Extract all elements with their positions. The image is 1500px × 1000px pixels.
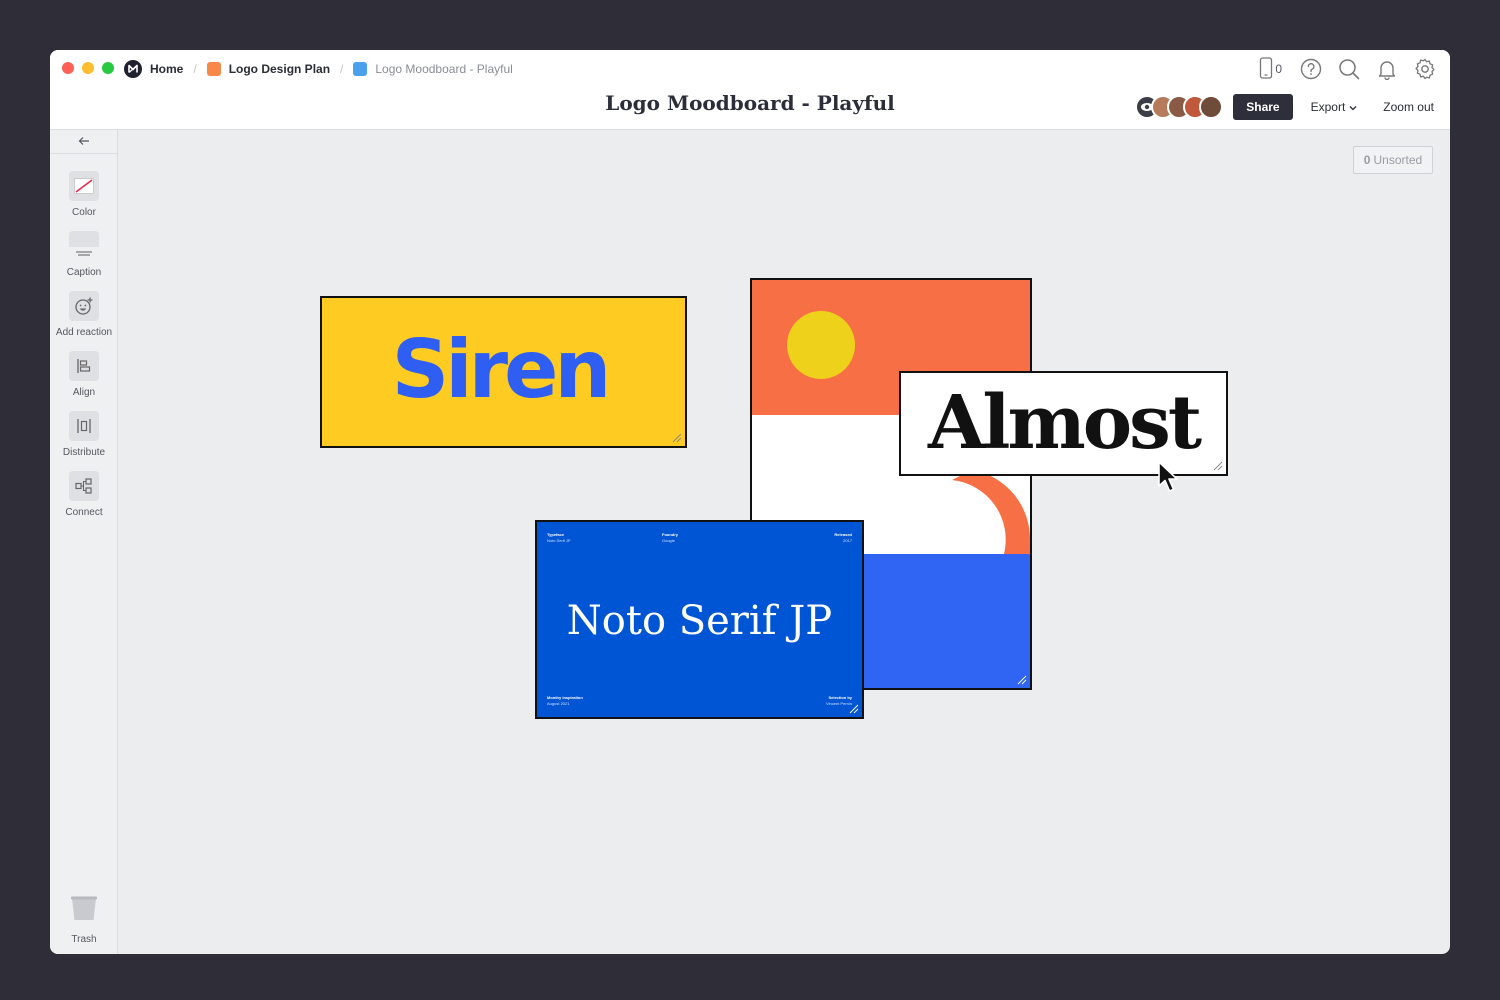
arrow-left-icon [78,134,90,149]
noto-meta-released: Released 2017 [834,532,852,543]
tool-connect[interactable]: Connect [50,471,118,518]
tool-color-label: Color [72,207,96,218]
noto-serif-title: Noto Serif JP [566,598,833,644]
unsorted-count: 0 [1363,153,1371,167]
siren-logo-text: Siren [391,323,612,416]
resize-handle-icon[interactable] [1017,675,1027,685]
milanote-logo-icon [124,60,142,78]
tool-caption-label: Caption [66,267,102,278]
noto-meta-inspiration: Monthy inspiration August 2021 [547,695,583,706]
zoom-out-button[interactable]: Zoom out [1383,100,1434,114]
resize-handle-icon[interactable] [1213,461,1223,471]
minimize-window-button[interactable] [82,62,94,74]
breadcrumb-home[interactable]: Home [124,60,183,78]
caption-icon [69,231,99,261]
collapse-sidebar-button[interactable] [50,130,118,154]
image-card-siren[interactable]: Siren [320,296,687,448]
settings-icon[interactable] [1412,56,1438,82]
tool-add-reaction[interactable]: Add reaction [50,291,118,338]
board-icon [353,62,368,76]
search-icon[interactable] [1336,56,1362,82]
maximize-window-button[interactable] [102,62,114,74]
tool-distribute[interactable]: Distribute [50,411,118,458]
breadcrumb-separator: / [340,62,344,76]
noto-meta-foundry: Foundry Google [662,532,678,543]
avatar [1199,95,1224,119]
tool-connect-label: Connect [65,507,103,518]
top-bar: Home / Logo Design Plan / Logo Moodboard… [50,50,1450,130]
header-actions: Share Export Zoom out [1135,94,1434,120]
mobile-device-button[interactable]: 0 [1259,56,1282,82]
trash-icon [70,895,98,928]
bell-icon[interactable] [1374,56,1400,82]
connect-icon [69,471,99,501]
help-icon[interactable] [1298,56,1324,82]
tool-align-label: Align [72,387,96,398]
noto-meta-typeface: Typeface Noto Serif JP [547,532,571,543]
tool-color[interactable]: Color [50,171,118,218]
tool-add-reaction-label: Add reaction [55,327,113,338]
breadcrumb: Home / Logo Design Plan / Logo Moodboard… [124,59,513,79]
app-window: Home / Logo Design Plan / Logo Moodboard… [50,50,1450,954]
breadcrumb-project-label: Logo Design Plan [228,62,331,76]
share-button[interactable]: Share [1233,94,1293,120]
tool-caption[interactable]: Caption [50,231,118,278]
color-icon [69,171,99,201]
tool-align[interactable]: Align [50,351,118,398]
image-card-noto-serif[interactable]: Typeface Noto Serif JP Foundry Google Re… [535,520,864,719]
breadcrumb-separator: / [193,62,197,76]
resize-handle-icon[interactable] [849,704,859,714]
trash-button[interactable]: Trash [50,895,118,945]
align-icon [69,351,99,381]
resize-handle-icon[interactable] [672,433,682,443]
device-count: 0 [1275,62,1282,76]
mobile-device-icon [1259,56,1273,82]
unsorted-label: Unsorted [1373,153,1423,167]
close-window-button[interactable] [62,62,74,74]
reaction-icon [69,291,99,321]
almost-logo-text: Almost [927,379,1202,466]
breadcrumb-home-label: Home [150,62,184,76]
distribute-icon [69,411,99,441]
toolbar-icons: 0 [1259,56,1438,82]
tool-sidebar: Color Caption Add reaction Align Distrib… [50,130,118,954]
breadcrumb-project[interactable]: Logo Design Plan [206,62,331,76]
project-board-icon [206,62,221,76]
chevron-down-icon [1349,100,1357,114]
trash-label: Trash [71,934,97,945]
breadcrumb-board-label: Logo Moodboard - Playful [375,62,513,76]
export-button[interactable]: Export [1311,100,1358,114]
export-label: Export [1310,100,1346,114]
collaborator-avatars[interactable] [1135,95,1224,119]
unsorted-button[interactable]: 0 Unsorted [1353,146,1433,174]
tool-distribute-label: Distribute [62,447,106,458]
mouse-cursor-icon [1158,461,1178,492]
breadcrumb-board[interactable]: Logo Moodboard - Playful [353,62,513,76]
